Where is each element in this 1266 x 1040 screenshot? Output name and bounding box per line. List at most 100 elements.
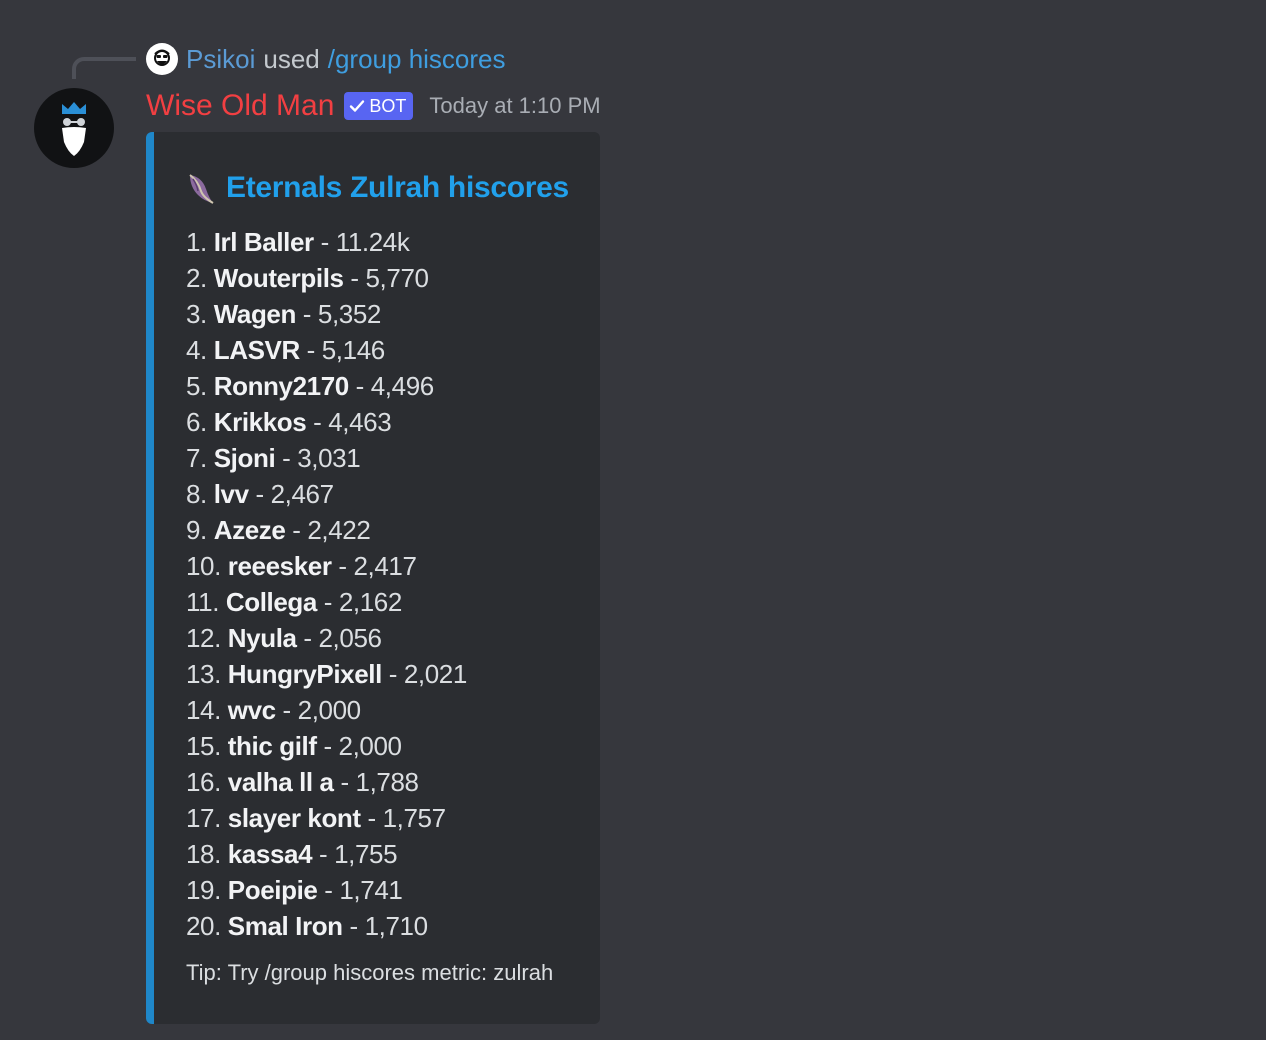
hiscore-separator: - bbox=[342, 911, 365, 941]
command-invocation[interactable]: Psikoi used /group hiscores bbox=[146, 42, 506, 76]
hiscore-row: 8. lvv - 2,467 bbox=[186, 476, 467, 512]
hiscore-separator: - bbox=[248, 479, 271, 509]
hiscore-row: 19. Poeipie - 1,741 bbox=[186, 872, 467, 908]
hiscore-player-name: thic gilf bbox=[227, 731, 317, 761]
hiscore-row: 10. reeesker - 2,417 bbox=[186, 548, 467, 584]
hiscore-value: 3,031 bbox=[297, 443, 361, 473]
hiscore-row: 16. valha ll a - 1,788 bbox=[186, 764, 467, 800]
checkmark-icon bbox=[350, 100, 365, 112]
hiscore-separator: - bbox=[331, 551, 354, 581]
hiscore-separator: - bbox=[360, 803, 383, 833]
hiscore-rank: 16. bbox=[186, 767, 221, 797]
hiscore-value: 1,755 bbox=[334, 839, 398, 869]
hiscore-row: 2. Wouterpils - 5,770 bbox=[186, 260, 467, 296]
zulrah-scale-icon bbox=[189, 174, 214, 204]
hiscore-row: 20. Smal Iron - 1,710 bbox=[186, 908, 467, 944]
hiscore-separator: - bbox=[285, 515, 308, 545]
hiscore-rank: 14. bbox=[186, 695, 221, 725]
hiscore-row: 3. Wagen - 5,352 bbox=[186, 296, 467, 332]
hiscore-rank: 7. bbox=[186, 443, 207, 473]
hiscore-value: 2,422 bbox=[307, 515, 371, 545]
embed-footer-tip: Tip: Try /group hiscores metric: zulrah bbox=[186, 960, 554, 985]
hiscore-value: 2,417 bbox=[353, 551, 417, 581]
hiscore-separator: - bbox=[299, 335, 322, 365]
bot-badge: BOT bbox=[344, 92, 414, 120]
hiscore-player-name: Smal Iron bbox=[227, 911, 343, 941]
hiscore-list: 1. Irl Baller - 11.24k 2. Wouterpils - 5,… bbox=[186, 224, 467, 944]
hiscore-value: 4,496 bbox=[370, 371, 434, 401]
hiscore-rank: 1. bbox=[186, 227, 207, 257]
hiscore-player-name: Azeze bbox=[213, 515, 286, 545]
hiscore-rank: 5. bbox=[186, 371, 207, 401]
hiscore-rank: 15. bbox=[186, 731, 221, 761]
hiscore-separator: - bbox=[316, 587, 339, 617]
hiscore-value: 4,463 bbox=[328, 407, 392, 437]
reply-command[interactable]: /group hiscores bbox=[328, 44, 506, 75]
hiscore-player-name: valha ll a bbox=[227, 767, 334, 797]
hiscore-player-name: Wagen bbox=[213, 299, 297, 329]
hiscore-separator: - bbox=[381, 659, 404, 689]
hiscore-rank: 12. bbox=[186, 623, 221, 653]
hiscore-row: 12. Nyula - 2,056 bbox=[186, 620, 467, 656]
hiscore-rank: 17. bbox=[186, 803, 221, 833]
hiscore-row: 18. kassa4 - 1,755 bbox=[186, 836, 467, 872]
hiscore-separator: - bbox=[333, 767, 356, 797]
hiscore-value: 5,770 bbox=[365, 263, 429, 293]
hiscore-row: 6. Krikkos - 4,463 bbox=[186, 404, 467, 440]
hiscores-embed: Eternals Zulrah hiscores 1. Irl Baller -… bbox=[146, 132, 600, 1024]
hiscore-value: 5,352 bbox=[317, 299, 381, 329]
embed-title-text[interactable]: Eternals Zulrah hiscores bbox=[226, 171, 569, 205]
message-timestamp: Today at 1:10 PM bbox=[429, 93, 601, 118]
message-header: Wise Old Man BOT Today at 1:10 PM bbox=[146, 86, 601, 126]
hiscore-player-name: Poeipie bbox=[227, 875, 318, 905]
hiscore-rank: 9. bbox=[186, 515, 207, 545]
hiscore-separator: - bbox=[306, 407, 329, 437]
hiscore-player-name: wvc bbox=[227, 695, 276, 725]
hiscore-value: 2,000 bbox=[338, 731, 402, 761]
hiscore-rank: 6. bbox=[186, 407, 207, 437]
hiscore-separator: - bbox=[317, 875, 340, 905]
hiscore-value: 1,788 bbox=[355, 767, 419, 797]
hiscore-rank: 4. bbox=[186, 335, 207, 365]
hiscore-player-name: Collega bbox=[225, 587, 318, 617]
hiscore-player-name: lvv bbox=[213, 479, 249, 509]
hiscore-value: 2,467 bbox=[270, 479, 334, 509]
hiscore-rank: 13. bbox=[186, 659, 221, 689]
hiscore-rank: 18. bbox=[186, 839, 221, 869]
hiscore-separator: - bbox=[295, 299, 318, 329]
hiscore-value: 11.24k bbox=[335, 227, 410, 257]
reply-username[interactable]: Psikoi bbox=[186, 44, 255, 75]
hiscore-value: 2,162 bbox=[338, 587, 402, 617]
hiscore-rank: 19. bbox=[186, 875, 221, 905]
hiscore-player-name: Sjoni bbox=[213, 443, 276, 473]
hiscore-value: 1,741 bbox=[339, 875, 403, 905]
hiscore-separator: - bbox=[296, 623, 319, 653]
hiscore-value: 1,710 bbox=[364, 911, 428, 941]
hiscore-value: 2,000 bbox=[297, 695, 361, 725]
hiscore-value: 2,021 bbox=[403, 659, 467, 689]
hiscore-player-name: LASVR bbox=[213, 335, 301, 365]
hiscore-separator: - bbox=[313, 227, 336, 257]
hiscore-row: 11. Collega - 2,162 bbox=[186, 584, 467, 620]
hiscore-row: 7. Sjoni - 3,031 bbox=[186, 440, 467, 476]
hiscore-value: 5,146 bbox=[321, 335, 385, 365]
bot-avatar[interactable] bbox=[34, 88, 114, 168]
hiscore-player-name: Nyula bbox=[227, 623, 297, 653]
user-avatar-icon bbox=[150, 47, 174, 71]
hiscore-row: 5. Ronny2170 - 4,496 bbox=[186, 368, 467, 404]
hiscore-player-name: reeesker bbox=[227, 551, 332, 581]
hiscore-player-name: Irl Baller bbox=[213, 227, 314, 257]
hiscore-separator: - bbox=[275, 695, 298, 725]
author-name[interactable]: Wise Old Man bbox=[146, 89, 334, 123]
user-avatar[interactable] bbox=[146, 43, 178, 75]
hiscore-row: 9. Azeze - 2,422 bbox=[186, 512, 467, 548]
hiscore-row: 4. LASVR - 5,146 bbox=[186, 332, 467, 368]
hiscore-rank: 11. bbox=[186, 587, 220, 617]
discord-message-view: Psikoi used /group hiscores Wise Old Man… bbox=[0, 0, 1266, 1040]
hiscore-rank: 20. bbox=[186, 911, 221, 941]
hiscore-player-name: slayer kont bbox=[227, 803, 361, 833]
hiscore-value: 2,056 bbox=[318, 623, 382, 653]
hiscore-rank: 2. bbox=[186, 263, 207, 293]
wise-old-man-icon bbox=[62, 102, 86, 156]
hiscore-row: 13. HungryPixell - 2,021 bbox=[186, 656, 467, 692]
